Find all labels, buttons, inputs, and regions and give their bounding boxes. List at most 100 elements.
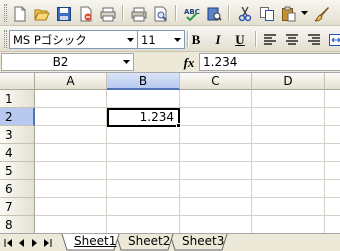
bold-button[interactable]: B — [185, 29, 207, 50]
name-box[interactable]: B2 — [1, 53, 134, 71]
grid-line — [35, 107, 340, 108]
new-document-icon — [14, 6, 26, 21]
research-button[interactable] — [203, 3, 225, 24]
row-header-4[interactable]: 4 — [0, 144, 35, 162]
save-icon — [57, 6, 71, 21]
underline-button[interactable]: U — [229, 29, 251, 50]
paste-button[interactable] — [278, 3, 300, 24]
left-arrow-icon — [18, 238, 24, 247]
font-size-dropdown[interactable] — [171, 31, 184, 48]
grid-line — [35, 179, 340, 180]
svg-text:ABC: ABC — [184, 8, 200, 16]
previous-sheet-button[interactable] — [15, 236, 27, 249]
spelling-button[interactable]: ABC — [181, 3, 203, 24]
new-document-button[interactable] — [9, 3, 31, 24]
clipboard-icon — [282, 6, 296, 21]
sheet-tab-2[interactable]: Sheet2 — [121, 234, 177, 250]
align-center-icon — [286, 33, 298, 45]
grid-line — [35, 125, 340, 126]
row-header-8[interactable]: 8 — [0, 216, 35, 233]
paintbrush-icon — [314, 6, 329, 21]
column-header-c[interactable]: C — [180, 73, 252, 90]
copy-button[interactable] — [256, 3, 278, 24]
grid-line — [35, 215, 340, 216]
save-button[interactable] — [53, 3, 75, 24]
toolbar-separator — [255, 31, 257, 47]
name-box-dropdown[interactable] — [119, 54, 133, 70]
italic-button[interactable]: I — [207, 29, 229, 50]
toolbar-separator — [175, 5, 177, 21]
insert-function-button[interactable]: fx — [180, 54, 198, 71]
permission-button[interactable] — [75, 3, 97, 24]
first-sheet-button[interactable] — [2, 236, 14, 249]
select-all-corner[interactable] — [0, 73, 35, 90]
toolbar-separator — [122, 5, 124, 21]
cut-button[interactable] — [234, 3, 256, 24]
grid-line — [35, 143, 340, 144]
format-painter-button[interactable] — [311, 3, 333, 24]
permission-icon — [80, 6, 92, 21]
row-header-1[interactable]: 1 — [0, 90, 35, 108]
column-header-a[interactable]: A — [35, 73, 107, 90]
print-button[interactable] — [128, 3, 150, 24]
chevron-down-icon — [122, 60, 130, 64]
name-box-value: B2 — [52, 55, 69, 69]
chevron-down-icon — [127, 37, 134, 42]
research-book-icon — [207, 7, 222, 21]
toolbar-grip[interactable] — [4, 30, 7, 48]
folder-open-icon — [34, 9, 50, 20]
font-name-dropdown[interactable] — [124, 31, 137, 48]
standard-toolbar: ABC — [0, 0, 340, 26]
grid-line — [35, 161, 340, 162]
chevron-down-icon — [301, 11, 308, 15]
align-right-button[interactable] — [303, 29, 325, 50]
formula-bar: B2 fx 1.234 — [0, 52, 340, 73]
font-name-combo[interactable]: MS Pゴシック — [9, 30, 138, 49]
print-preview-button[interactable] — [97, 3, 119, 24]
font-size-value: 11 — [141, 32, 156, 47]
merge-center-icon — [329, 33, 340, 46]
magnifier-page-icon — [154, 6, 167, 21]
column-header-partial[interactable] — [325, 73, 340, 90]
printer-icon — [131, 7, 147, 21]
last-arrow-icon — [43, 238, 51, 247]
row-header-5[interactable]: 5 — [0, 162, 35, 180]
align-right-icon — [308, 33, 320, 45]
grid-line — [324, 90, 325, 233]
grid-line — [35, 197, 340, 198]
print-icon — [100, 7, 116, 21]
chevron-down-icon — [174, 37, 181, 42]
next-sheet-button[interactable] — [28, 236, 40, 249]
sheet-tab-1[interactable]: Sheet1 — [67, 234, 123, 251]
preview-button[interactable] — [150, 3, 172, 24]
paste-dropdown[interactable] — [300, 3, 309, 24]
formatting-toolbar: MS Pゴシック 11 B I U — [0, 26, 340, 52]
column-header-b[interactable]: B — [107, 73, 180, 90]
align-center-button[interactable] — [281, 29, 303, 50]
row-header-6[interactable]: 6 — [0, 180, 35, 198]
active-cell-b2[interactable] — [107, 108, 180, 127]
first-arrow-icon — [4, 238, 12, 247]
sheet-tab-3[interactable]: Sheet3 — [175, 234, 231, 250]
copy-icon — [260, 6, 274, 21]
column-header-d[interactable]: D — [252, 73, 325, 90]
row-header-7[interactable]: 7 — [0, 198, 35, 216]
formula-input[interactable]: 1.234 — [199, 53, 340, 71]
last-sheet-button[interactable] — [41, 236, 53, 249]
merge-center-button[interactable] — [325, 29, 340, 50]
grid-line — [251, 90, 252, 233]
toolbar-separator — [228, 5, 230, 21]
toolbar-grip[interactable] — [4, 4, 7, 22]
right-arrow-icon — [31, 238, 37, 247]
fill-handle[interactable] — [176, 123, 181, 128]
sheet-tab-bar: Sheet1 Sheet2 Sheet3 — [0, 233, 340, 251]
align-left-button[interactable] — [259, 29, 281, 50]
spelling-check-icon: ABC — [184, 8, 200, 21]
worksheet-grid[interactable]: A B C D 1 2 3 4 5 6 7 8 1.234 — [0, 73, 340, 233]
open-button[interactable] — [31, 3, 53, 24]
row-header-2[interactable]: 2 — [0, 108, 35, 126]
row-header-3[interactable]: 3 — [0, 126, 35, 144]
font-size-combo[interactable]: 11 — [137, 30, 185, 49]
align-left-icon — [264, 33, 276, 45]
font-name-value: MS Pゴシック — [13, 32, 87, 47]
